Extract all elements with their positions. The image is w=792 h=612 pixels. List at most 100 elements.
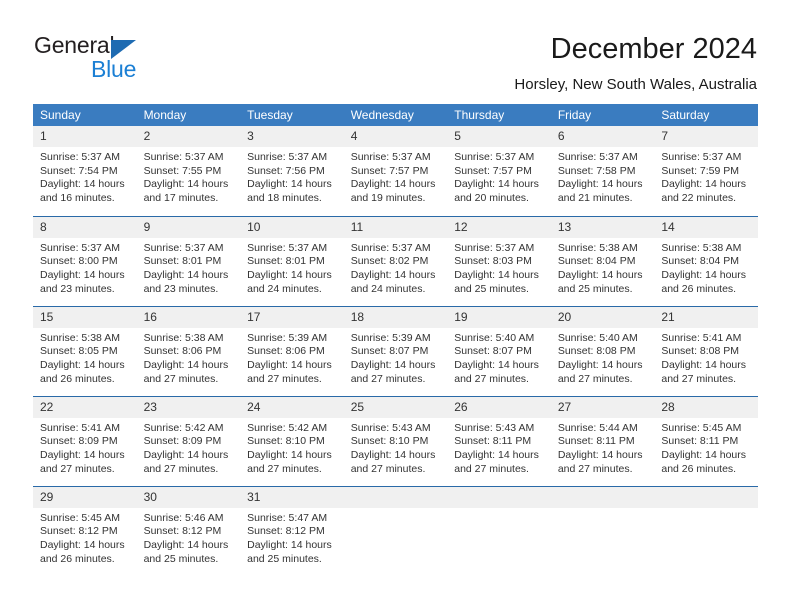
day-number: 9	[136, 216, 241, 238]
sunset-text: Sunset: 7:59 PM	[661, 164, 740, 177]
sunset-text: Sunset: 8:07 PM	[350, 345, 429, 358]
sunrise-text: Sunrise: 5:37 AM	[350, 241, 431, 254]
calendar-day-cell[interactable]: 20 Sunrise: 5:40 AM Sunset: 8:08 PM Dayligh…	[550, 305, 655, 396]
page-subtitle-location: Horsley, New South Wales, Australia	[514, 76, 757, 93]
calendar-day-cell[interactable]: 25 Sunrise: 5:43 AM Sunset: 8:10 PM Dayligh…	[343, 395, 448, 486]
daylight-text: Daylight: 14 hours and 16 minutes.	[40, 178, 125, 205]
day-number: 24	[240, 396, 344, 418]
weekday-header-thursday: Thursday	[447, 104, 551, 126]
calendar-day-cell[interactable]: 29 Sunrise: 5:45 AM Sunset: 8:12 PM Dayligh…	[33, 485, 137, 576]
day-details: Sunrise: 5:37 AM Sunset: 7:59 PM Daylight:…	[654, 147, 758, 206]
calendar-day-cell[interactable]: 3 Sunrise: 5:37 AM Sunset: 7:56 PM Daylight…	[240, 126, 344, 216]
weekday-header-wednesday: Wednesday	[343, 104, 448, 126]
calendar-day-cell[interactable]: 11 Sunrise: 5:37 AM Sunset: 8:02 PM Dayligh…	[343, 215, 448, 306]
calendar-day-cell[interactable]: 4 Sunrise: 5:37 AM Sunset: 7:57 PM Daylight…	[343, 126, 448, 216]
day-number: 14	[654, 216, 758, 238]
calendar-day-cell[interactable]: 10 Sunrise: 5:37 AM Sunset: 8:01 PM Dayligh…	[240, 215, 344, 306]
sunrise-text: Sunrise: 5:41 AM	[661, 331, 742, 344]
sunrise-text: Sunrise: 5:42 AM	[247, 421, 328, 434]
day-number: 4	[343, 126, 448, 147]
calendar-day-cell[interactable]: 7 Sunrise: 5:37 AM Sunset: 7:59 PM Daylight…	[654, 126, 758, 216]
sunset-text: Sunset: 7:54 PM	[40, 164, 118, 177]
sunset-text: Sunset: 8:08 PM	[661, 345, 740, 358]
sunset-text: Sunset: 8:09 PM	[143, 435, 222, 448]
weekday-header-friday: Friday	[550, 104, 655, 126]
calendar-day-cell[interactable]: 1 Sunrise: 5:37 AM Sunset: 7:54 PM Daylight…	[33, 126, 137, 216]
page-header: General Blue December 2024 Horsley, New …	[0, 0, 792, 100]
daylight-text: Daylight: 14 hours and 27 minutes.	[557, 358, 643, 385]
daylight-text: Daylight: 14 hours and 27 minutes.	[247, 358, 332, 385]
calendar-day-cell[interactable]: 24 Sunrise: 5:42 AM Sunset: 8:10 PM Dayligh…	[240, 395, 344, 486]
day-details: Sunrise: 5:37 AM Sunset: 7:57 PM Daylight:…	[344, 147, 448, 206]
day-number: 10	[240, 216, 344, 238]
calendar-day-cell[interactable]: 19 Sunrise: 5:40 AM Sunset: 8:07 PM Dayligh…	[447, 305, 551, 396]
daylight-text: Daylight: 14 hours and 25 minutes.	[143, 538, 229, 565]
sunrise-text: Sunrise: 5:39 AM	[350, 331, 431, 344]
daylight-text: Daylight: 14 hours and 22 minutes.	[661, 178, 747, 205]
calendar-day-cell[interactable]: 12 Sunrise: 5:37 AM Sunset: 8:03 PM Dayligh…	[447, 215, 551, 306]
sunrise-text: Sunrise: 5:44 AM	[557, 421, 638, 434]
calendar-day-cell[interactable]: 16 Sunrise: 5:38 AM Sunset: 8:06 PM Dayligh…	[136, 305, 241, 396]
weekday-header-sunday: Sunday	[33, 104, 137, 126]
calendar-day-cell[interactable]: 5 Sunrise: 5:37 AM Sunset: 7:57 PM Daylight…	[447, 126, 551, 216]
daylight-text: Daylight: 14 hours and 27 minutes.	[454, 448, 539, 475]
daylight-text: Daylight: 14 hours and 23 minutes.	[40, 268, 125, 295]
calendar-day-cell[interactable]: 18 Sunrise: 5:39 AM Sunset: 8:07 PM Dayligh…	[343, 305, 448, 396]
sunrise-text: Sunrise: 5:38 AM	[661, 241, 742, 254]
day-number: 27	[550, 396, 655, 418]
sunset-text: Sunset: 7:57 PM	[350, 164, 429, 177]
calendar-day-cell[interactable]: 31 Sunrise: 5:47 AM Sunset: 8:12 PM Dayligh…	[240, 485, 344, 576]
sunset-text: Sunset: 8:12 PM	[247, 525, 325, 538]
day-number: 18	[343, 306, 448, 328]
calendar-day-cell[interactable]: 22 Sunrise: 5:41 AM Sunset: 8:09 PM Dayligh…	[33, 395, 137, 486]
calendar-day-cell[interactable]: 21 Sunrise: 5:41 AM Sunset: 8:08 PM Dayligh…	[654, 305, 758, 396]
day-details: Sunrise: 5:43 AM Sunset: 8:10 PM Daylight:…	[344, 418, 448, 477]
sunset-text: Sunset: 8:01 PM	[143, 255, 222, 268]
day-number: 28	[654, 396, 758, 418]
day-number: 22	[33, 396, 137, 418]
calendar-day-cell[interactable]: 2 Sunrise: 5:37 AM Sunset: 7:55 PM Daylight…	[136, 126, 241, 216]
calendar-day-cell[interactable]: 28 Sunrise: 5:45 AM Sunset: 8:11 PM Dayligh…	[654, 395, 758, 486]
day-details: Sunrise: 5:37 AM Sunset: 7:56 PM Daylight:…	[240, 147, 344, 206]
day-details: Sunrise: 5:37 AM Sunset: 8:00 PM Daylight:…	[33, 238, 137, 297]
calendar-week-row: 15 Sunrise: 5:38 AM Sunset: 8:05 PM Dayligh…	[33, 305, 758, 396]
calendar-day-cell[interactable]: 6 Sunrise: 5:37 AM Sunset: 7:58 PM Daylight…	[550, 126, 655, 216]
calendar-day-cell[interactable]: 9 Sunrise: 5:37 AM Sunset: 8:01 PM Daylight…	[136, 215, 241, 306]
sunset-text: Sunset: 8:06 PM	[247, 345, 325, 358]
page-title: December 2024	[550, 33, 757, 65]
calendar-day-cell[interactable]: 27 Sunrise: 5:44 AM Sunset: 8:11 PM Dayligh…	[550, 395, 655, 486]
calendar-day-cell[interactable]: 17 Sunrise: 5:39 AM Sunset: 8:06 PM Dayligh…	[240, 305, 344, 396]
sunrise-text: Sunrise: 5:37 AM	[247, 151, 328, 163]
calendar-day-cell[interactable]: 14 Sunrise: 5:38 AM Sunset: 8:04 PM Dayligh…	[654, 215, 758, 306]
daylight-text: Daylight: 14 hours and 20 minutes.	[454, 178, 539, 205]
day-number: 21	[654, 306, 758, 328]
day-details: Sunrise: 5:37 AM Sunset: 8:02 PM Daylight:…	[344, 238, 448, 297]
calendar-day-cell[interactable]: 30 Sunrise: 5:46 AM Sunset: 8:12 PM Dayligh…	[136, 485, 241, 576]
day-number: 12	[447, 216, 551, 238]
sunrise-text: Sunrise: 5:41 AM	[40, 421, 120, 434]
calendar-empty-cell	[447, 485, 551, 576]
day-details: Sunrise: 5:45 AM Sunset: 8:11 PM Daylight:…	[654, 418, 758, 477]
calendar-empty-cell	[550, 485, 655, 576]
calendar-week-row: 8 Sunrise: 5:37 AM Sunset: 8:00 PM Daylight…	[33, 215, 758, 306]
day-details: Sunrise: 5:39 AM Sunset: 8:07 PM Daylight:…	[344, 328, 448, 387]
calendar-day-cell[interactable]: 23 Sunrise: 5:42 AM Sunset: 8:09 PM Dayligh…	[136, 395, 241, 486]
calendar-week-row: 22 Sunrise: 5:41 AM Sunset: 8:09 PM Dayligh…	[33, 395, 758, 486]
sunrise-text: Sunrise: 5:47 AM	[247, 511, 328, 524]
day-details: Sunrise: 5:38 AM Sunset: 8:05 PM Daylight:…	[33, 328, 137, 387]
day-number: 30	[136, 486, 241, 508]
calendar-day-cell[interactable]: 15 Sunrise: 5:38 AM Sunset: 8:05 PM Dayligh…	[33, 305, 137, 396]
calendar-day-cell[interactable]: 8 Sunrise: 5:37 AM Sunset: 8:00 PM Daylight…	[33, 215, 137, 306]
sunrise-text: Sunrise: 5:45 AM	[40, 511, 120, 524]
daylight-text: Daylight: 14 hours and 26 minutes.	[661, 448, 747, 475]
general-blue-logo[interactable]: General Blue	[34, 33, 204, 85]
sunrise-text: Sunrise: 5:38 AM	[143, 331, 224, 344]
sunset-text: Sunset: 8:06 PM	[143, 345, 222, 358]
calendar-day-cell[interactable]: 26 Sunrise: 5:43 AM Sunset: 8:11 PM Dayligh…	[447, 395, 551, 486]
sunset-text: Sunset: 7:56 PM	[247, 164, 325, 177]
daylight-text: Daylight: 14 hours and 25 minutes.	[557, 268, 643, 295]
calendar-day-cell[interactable]: 13 Sunrise: 5:38 AM Sunset: 8:04 PM Dayligh…	[550, 215, 655, 306]
day-details: Sunrise: 5:42 AM Sunset: 8:10 PM Daylight:…	[240, 418, 344, 477]
day-number: 29	[33, 486, 137, 508]
sunset-text: Sunset: 8:07 PM	[454, 345, 532, 358]
